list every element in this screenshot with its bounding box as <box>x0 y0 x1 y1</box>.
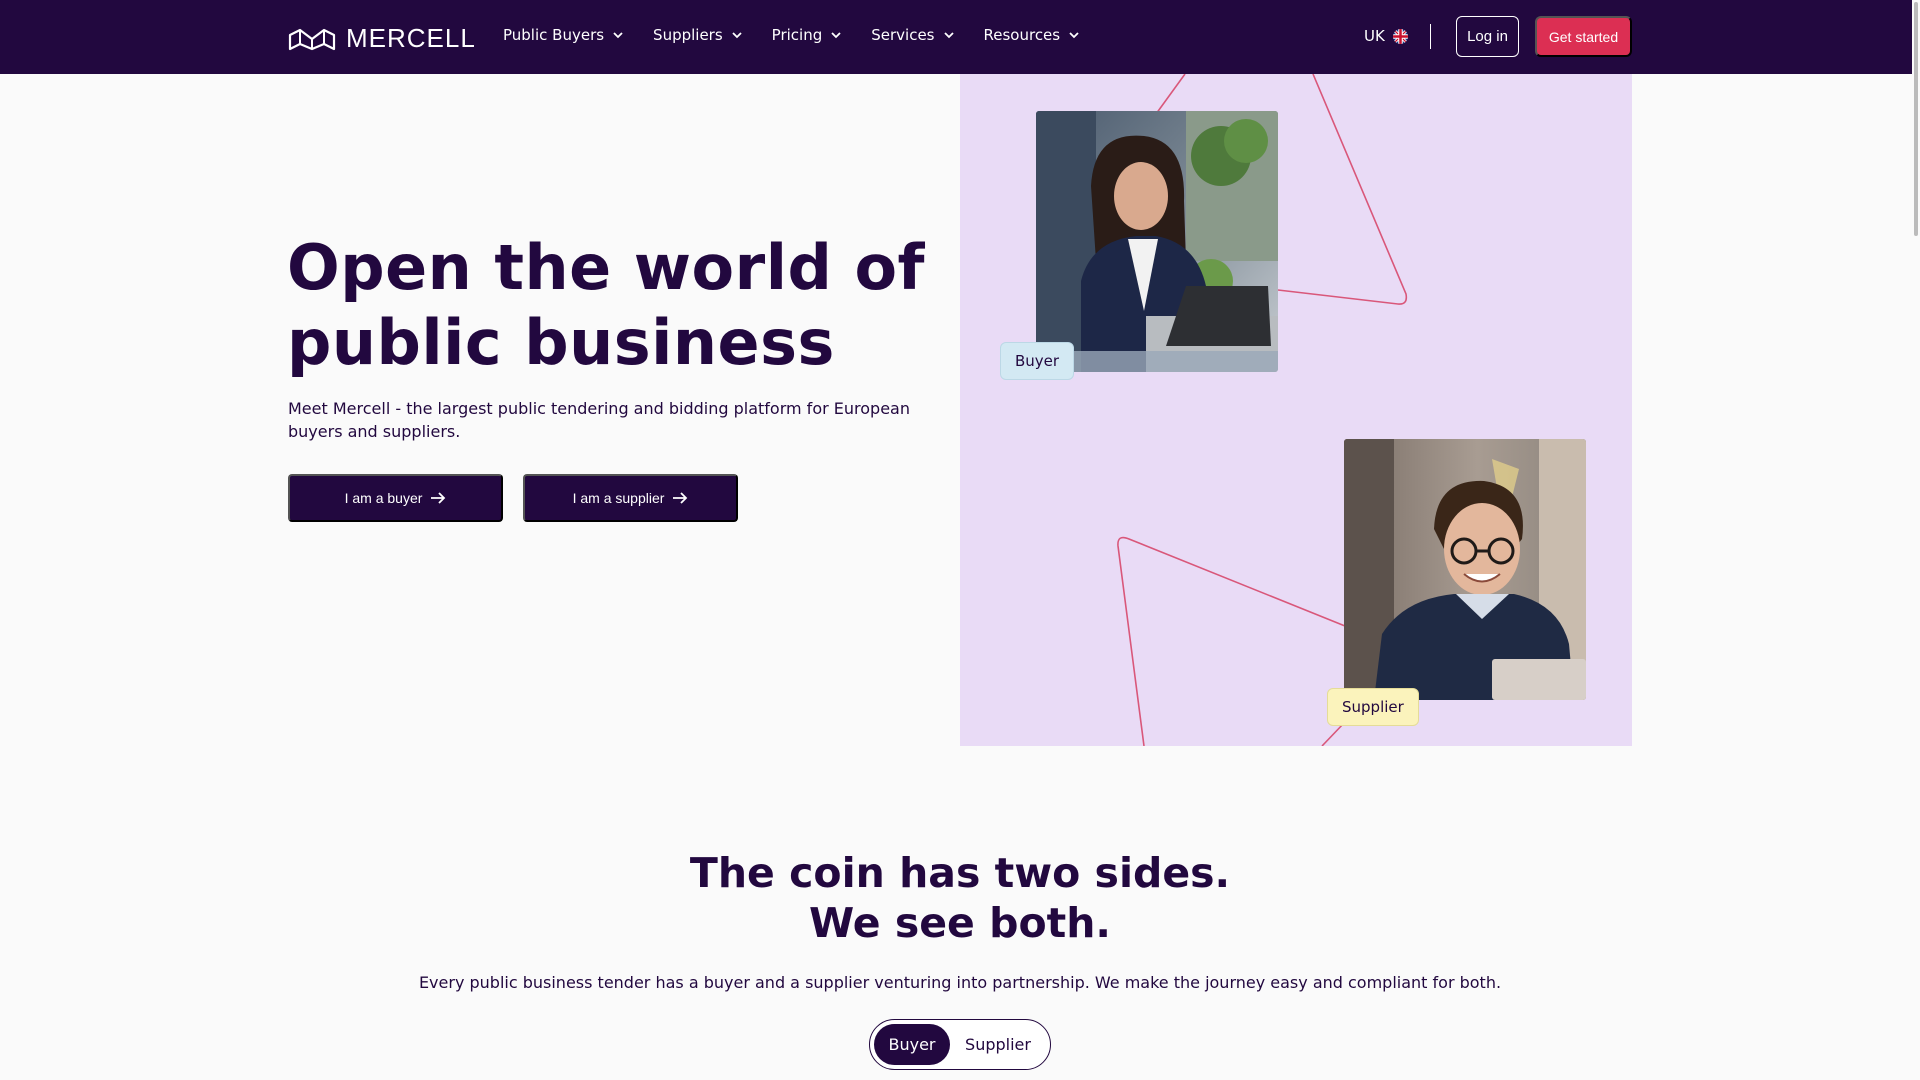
i-am-supplier-button[interactable]: I am a supplier <box>523 474 738 522</box>
supplier-photo <box>1344 439 1586 700</box>
nav-label: Services <box>871 26 935 44</box>
nav-label: Resources <box>983 26 1061 44</box>
page-scrollbar[interactable] <box>1912 0 1920 1080</box>
toggle-supplier[interactable]: Supplier <box>950 1024 1046 1065</box>
hero-title: Open the world of public business <box>287 230 927 380</box>
buyer-tag: Buyer <box>1000 342 1075 380</box>
language-label: UK <box>1364 27 1385 45</box>
nav-label: Pricing <box>771 26 823 44</box>
mercell-logo-icon <box>288 28 336 50</box>
supplier-tag: Supplier <box>1327 688 1419 726</box>
buyer-photo <box>1036 111 1278 372</box>
nav-services[interactable]: Services <box>871 0 954 74</box>
brand-logo[interactable]: MERCELL <box>288 23 476 54</box>
login-button[interactable]: Log in <box>1456 16 1519 57</box>
nav-pricing[interactable]: Pricing <box>772 0 843 74</box>
nav-divider <box>1430 24 1431 49</box>
hero-title-line-2: public business <box>287 306 835 379</box>
arrow-right-icon <box>431 492 446 504</box>
buyer-supplier-toggle: Buyer Supplier <box>869 1019 1051 1070</box>
main-nav: Public Buyers Suppliers Pricing Services… <box>503 0 1080 74</box>
hero-visual-panel: Buyer Supplier <box>960 74 1632 746</box>
nav-suppliers[interactable]: Suppliers <box>653 0 743 74</box>
hero-subtitle: Meet Mercell - the largest public tender… <box>288 399 910 441</box>
nav-label: Public Buyers <box>503 26 605 44</box>
button-label: I am a supplier <box>572 490 665 506</box>
chevron-down-icon <box>831 32 841 39</box>
uk-flag-icon <box>1392 28 1408 44</box>
brand-name: MERCELL <box>346 23 476 53</box>
hero-title-line-1: Open the world of <box>287 231 926 304</box>
section-title-line-2: We see both. <box>808 899 1111 947</box>
arrow-right-icon <box>673 492 688 504</box>
chevron-down-icon <box>613 32 623 39</box>
section-subtitle: Every public business tender has a buyer… <box>418 973 1502 992</box>
i-am-buyer-button[interactable]: I am a buyer <box>288 474 503 522</box>
chevron-down-icon <box>732 32 742 39</box>
language-selector[interactable]: UK <box>1364 27 1408 45</box>
button-label: I am a buyer <box>344 490 423 506</box>
toggle-buyer[interactable]: Buyer <box>874 1024 950 1065</box>
get-started-button[interactable]: Get started <box>1535 16 1632 57</box>
chevron-down-icon <box>1069 32 1079 39</box>
scrollbar-thumb[interactable] <box>1914 2 1918 236</box>
section-title: The coin has two sides. We see both. <box>0 848 1920 948</box>
chevron-down-icon <box>943 32 954 39</box>
nav-label: Suppliers <box>653 26 723 44</box>
section-title-line-1: The coin has two sides. <box>689 849 1231 897</box>
nav-resources[interactable]: Resources <box>984 0 1081 74</box>
top-navbar: MERCELL Public Buyers Suppliers Pricing … <box>0 0 1920 74</box>
nav-public-buyers[interactable]: Public Buyers <box>503 0 624 74</box>
